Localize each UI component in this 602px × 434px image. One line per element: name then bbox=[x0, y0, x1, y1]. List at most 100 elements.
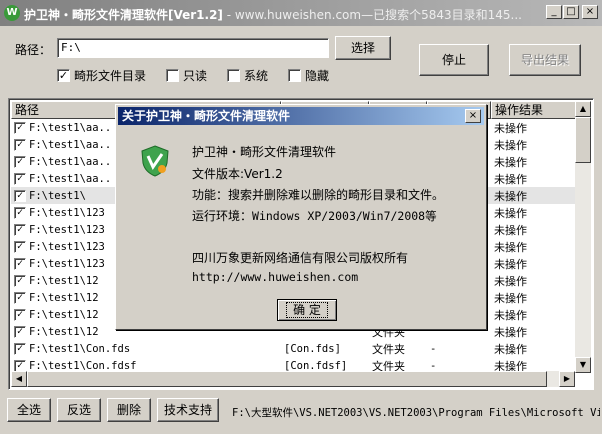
option-label: 系统 bbox=[244, 69, 269, 83]
tech-support-button[interactable]: 技术支持 bbox=[157, 398, 219, 422]
window-title-main: 护卫神・畸形文件清理软件[Ver1.2] bbox=[24, 8, 223, 22]
row-path-text: F:\test1\123 bbox=[29, 223, 105, 236]
row-status-cell: 未操作 bbox=[494, 138, 527, 152]
about-ok-button[interactable]: 确 定 bbox=[277, 299, 337, 321]
row-checkbox[interactable]: ✓ bbox=[14, 359, 26, 372]
row-status-cell: 未操作 bbox=[494, 240, 527, 254]
row-checkbox[interactable]: ✓ bbox=[14, 172, 26, 185]
row-checkbox[interactable]: ✓ bbox=[14, 223, 26, 236]
invert-selection-button[interactable]: 反选 bbox=[57, 398, 101, 422]
row-size-cell: - bbox=[430, 359, 437, 372]
window-titlebar[interactable]: W 护卫神・畸形文件清理软件[Ver1.2] - www.huweishen.c… bbox=[0, 0, 602, 26]
option-system[interactable]: 系统 bbox=[227, 67, 268, 84]
about-company: 四川万象更新网络通信有限公司版权所有 bbox=[192, 251, 409, 265]
row-path-text: F:\test1\12 bbox=[29, 274, 99, 287]
row-checkbox[interactable]: ✓ bbox=[14, 240, 26, 253]
horizontal-scroll-thumb[interactable] bbox=[27, 371, 547, 387]
scroll-left-icon[interactable]: ◀ bbox=[11, 371, 27, 387]
search-panel: 路径： F:\ 选择 停止 导出结果 ✓ 畸形文件目录 只读 系统 隐藏 bbox=[7, 32, 597, 90]
checkbox-readonly[interactable] bbox=[166, 69, 180, 82]
row-path-text: F:\test1\123 bbox=[29, 257, 105, 270]
row-path-text: F:\test1\123 bbox=[29, 240, 105, 253]
option-hidden[interactable]: 隐藏 bbox=[288, 67, 329, 84]
maximize-button[interactable]: □ bbox=[563, 5, 579, 19]
row-path-text: F:\test1\123 bbox=[29, 206, 105, 219]
about-dialog-titlebar[interactable]: 关于护卫神・畸形文件清理软件 × bbox=[118, 107, 484, 125]
env-label: 运行环境： bbox=[192, 209, 253, 223]
horizontal-scrollbar[interactable]: ◀ ▶ bbox=[11, 371, 575, 387]
about-close-button[interactable]: × bbox=[465, 109, 481, 123]
search-options: ✓ 畸形文件目录 只读 系统 隐藏 bbox=[57, 67, 349, 84]
row-path-text: F:\test1\aa.. bbox=[29, 138, 112, 151]
scroll-down-icon[interactable]: ▼ bbox=[575, 357, 591, 373]
row-status-cell: 未操作 bbox=[494, 223, 527, 237]
env-value: Windows XP/2003/Win7/2008等 bbox=[252, 209, 437, 223]
scroll-right-icon[interactable]: ▶ bbox=[559, 371, 575, 387]
row-path-text: F:\test1\Con.fdsf bbox=[29, 359, 137, 372]
row-checkbox[interactable]: ✓ bbox=[14, 257, 26, 270]
row-name-cell: [Con.fds] bbox=[284, 342, 341, 355]
shield-logo-icon bbox=[141, 145, 169, 177]
row-checkbox[interactable]: ✓ bbox=[14, 308, 26, 321]
export-results-button[interactable]: 导出结果 bbox=[509, 44, 581, 76]
option-malformed-dirs[interactable]: ✓ 畸形文件目录 bbox=[57, 67, 146, 84]
about-version: 文件版本:Ver1.2 bbox=[192, 167, 283, 181]
vertical-scroll-thumb[interactable] bbox=[575, 117, 591, 163]
row-path-cell: ✓ F:\test1\Con.fdsf bbox=[11, 359, 281, 372]
ok-label: 确 定 bbox=[286, 302, 328, 318]
row-path-text: F:\test1\12 bbox=[29, 291, 99, 304]
close-button[interactable]: × bbox=[582, 5, 598, 19]
row-checkbox[interactable]: ✓ bbox=[14, 155, 26, 168]
row-checkbox[interactable]: ✓ bbox=[14, 342, 26, 355]
app-shield-icon: W bbox=[4, 5, 20, 21]
row-status-cell: 未操作 bbox=[494, 342, 527, 356]
row-path-text: F:\test1\aa.. bbox=[29, 172, 112, 185]
scroll-up-icon[interactable]: ▲ bbox=[575, 101, 591, 117]
row-path-text: F:\test1\ bbox=[29, 189, 86, 202]
minimize-button[interactable]: _ bbox=[546, 5, 562, 19]
about-dialog: 关于护卫神・畸形文件清理软件 × 护卫神・畸形文件清理软件 文件版本:Ver1.… bbox=[115, 104, 487, 330]
row-status-cell: 未操作 bbox=[494, 189, 527, 203]
row-checkbox[interactable]: ✓ bbox=[14, 189, 26, 202]
vertical-scrollbar[interactable]: ▲ ▼ bbox=[575, 101, 591, 373]
row-checkbox[interactable]: ✓ bbox=[14, 138, 26, 151]
stop-button[interactable]: 停止 bbox=[419, 44, 489, 76]
row-status-cell: 未操作 bbox=[494, 274, 527, 288]
option-readonly[interactable]: 只读 bbox=[166, 67, 207, 84]
row-type-cell: 文件夹 bbox=[372, 342, 405, 356]
about-dialog-title: 关于护卫神・畸形文件清理软件 bbox=[122, 109, 291, 123]
window-title: 护卫神・畸形文件清理软件[Ver1.2] - www.huweishen.com… bbox=[24, 6, 544, 23]
row-path-text: F:\test1\12 bbox=[29, 325, 99, 338]
row-path-cell: ✓ F:\test1\Con.fds bbox=[11, 342, 281, 355]
checkbox-hidden[interactable] bbox=[288, 69, 302, 82]
row-size-cell: - bbox=[430, 342, 437, 355]
row-status-cell: 未操作 bbox=[494, 325, 527, 339]
row-checkbox[interactable]: ✓ bbox=[14, 206, 26, 219]
browse-button[interactable]: 选择 bbox=[335, 36, 391, 60]
select-all-button[interactable]: 全选 bbox=[7, 398, 51, 422]
row-status-cell: 未操作 bbox=[494, 172, 527, 186]
path-input[interactable]: F:\ bbox=[57, 38, 329, 58]
delete-button[interactable]: 删除 bbox=[107, 398, 151, 422]
row-path-text: F:\test1\12 bbox=[29, 308, 99, 321]
checkbox-malformed[interactable]: ✓ bbox=[57, 69, 70, 82]
row-checkbox[interactable]: ✓ bbox=[14, 121, 26, 134]
column-status-header[interactable]: 操作结果 bbox=[491, 101, 577, 119]
option-label: 隐藏 bbox=[305, 69, 330, 83]
row-status-cell: 未操作 bbox=[494, 257, 527, 271]
option-label: 只读 bbox=[183, 69, 208, 83]
row-path-text: F:\test1\Con.fds bbox=[29, 342, 131, 355]
row-status-cell: 未操作 bbox=[494, 308, 527, 322]
row-checkbox[interactable]: ✓ bbox=[14, 291, 26, 304]
row-checkbox[interactable]: ✓ bbox=[14, 274, 26, 287]
row-checkbox[interactable]: ✓ bbox=[14, 325, 26, 338]
path-label: 路径： bbox=[15, 43, 52, 57]
table-row[interactable]: ✓ F:\test1\Con.fds [Con.fds] 文件夹 - 未操作 bbox=[11, 340, 577, 357]
row-path-text: F:\test1\aa.. bbox=[29, 155, 112, 168]
checkbox-system[interactable] bbox=[227, 69, 241, 82]
row-status-cell: 未操作 bbox=[494, 206, 527, 220]
about-environment: 运行环境：Windows XP/2003/Win7/2008等 bbox=[192, 207, 437, 224]
bottom-toolbar: 全选 反选 删除 技术支持 F:\大型软件\VS.NET2003\VS.NET2… bbox=[0, 396, 602, 426]
row-path-text: F:\test1\aa.. bbox=[29, 121, 112, 134]
current-scan-path: F:\大型软件\VS.NET2003\VS.NET2003\Program Fi… bbox=[232, 407, 600, 419]
